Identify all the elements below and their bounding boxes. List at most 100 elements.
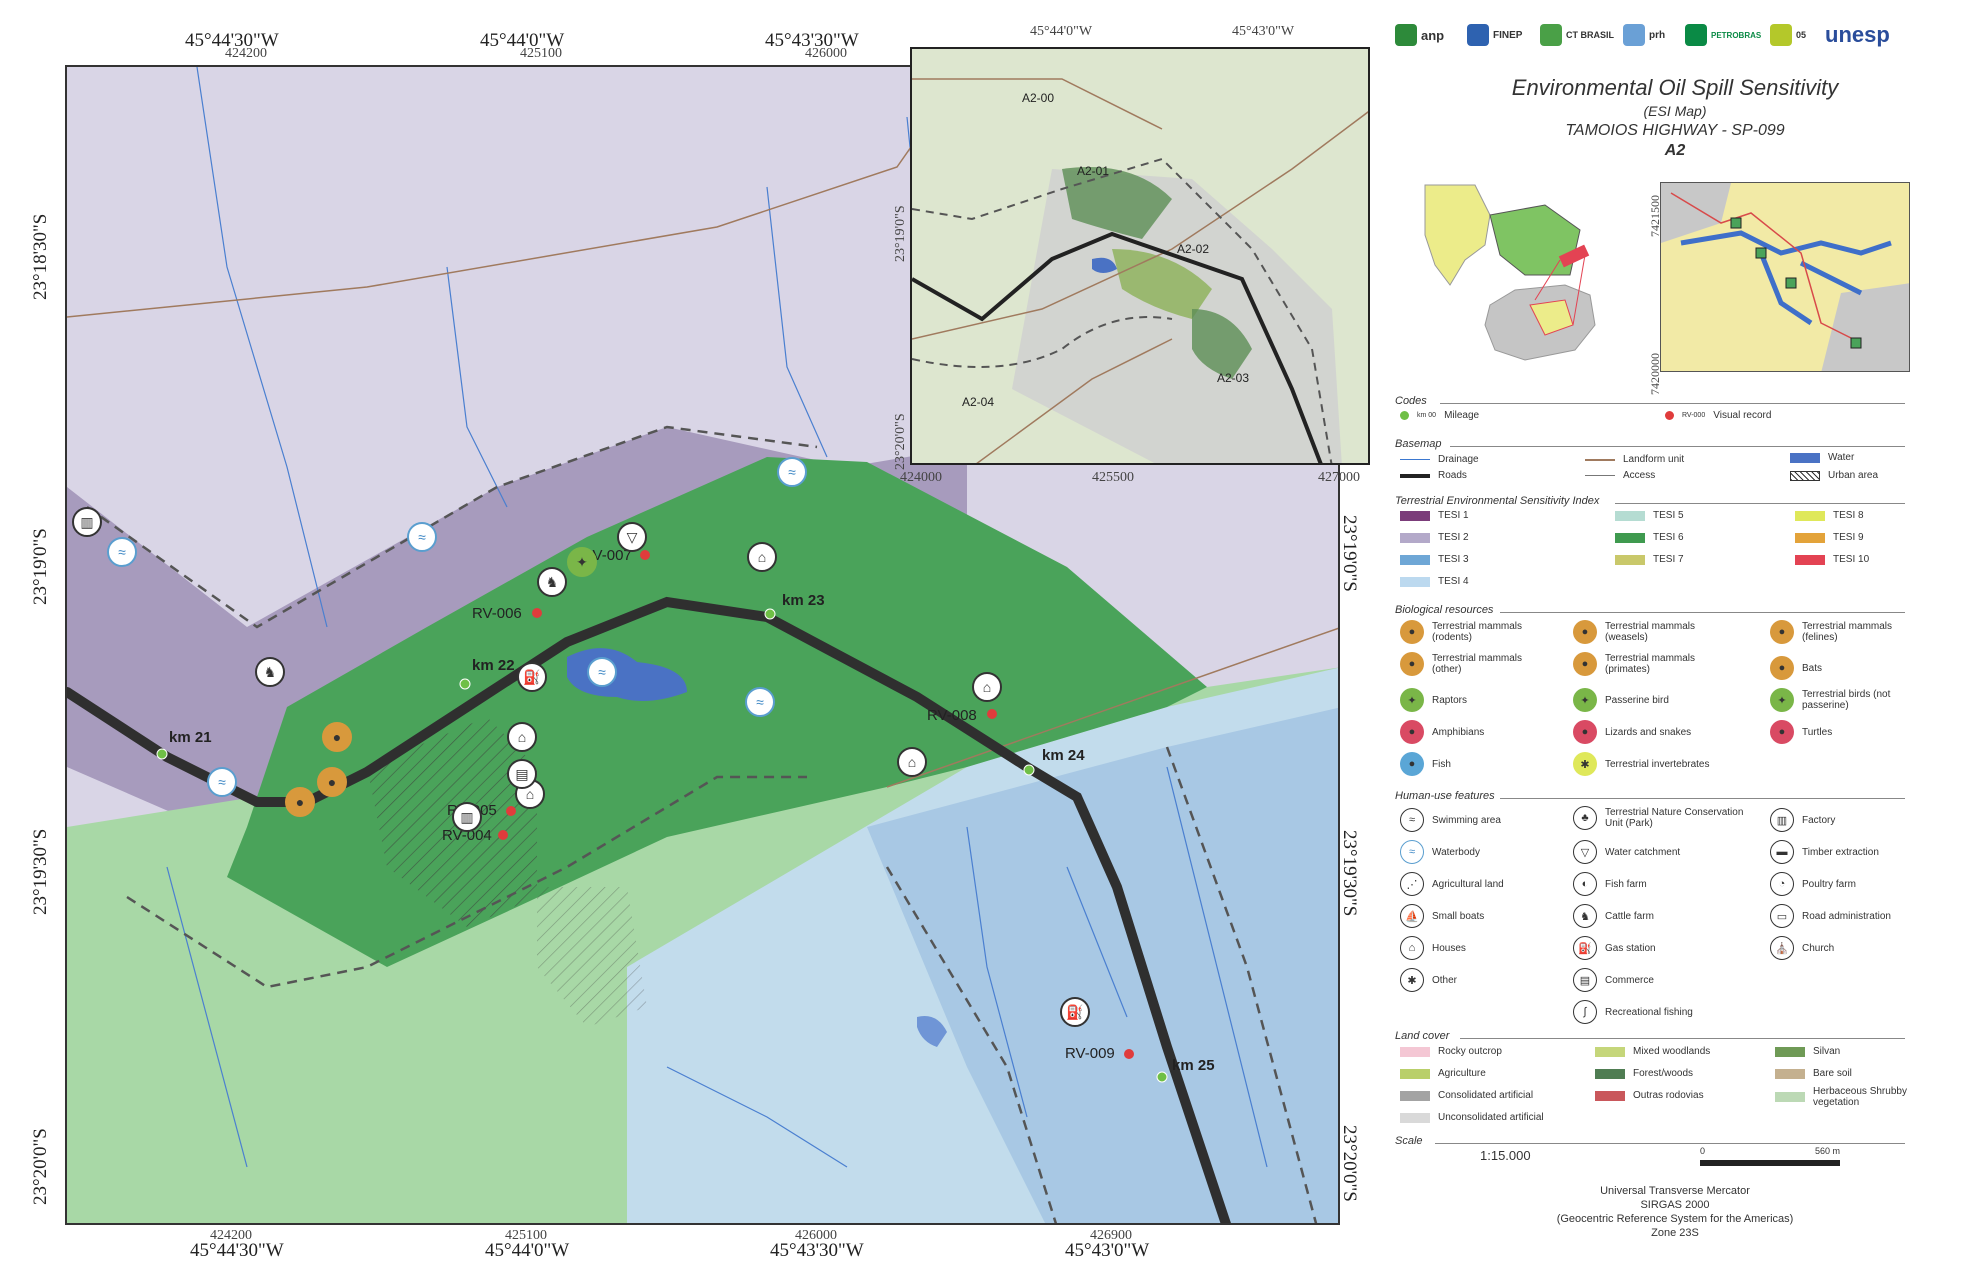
km24-label: km 24 [1042,747,1085,764]
road-admin-icon: ▭ [1770,904,1794,928]
inset-left-geo-1: 23°19'0"S [893,205,908,262]
inset-map[interactable]: A2-00 A2-01 A2-02 A2-03 A2-04 [910,47,1370,465]
passerine-icon: ✦ [1573,688,1597,712]
km23-point[interactable] [764,608,776,620]
legend-hum-agriculture: ⋰ Agricultural land [1400,872,1504,896]
legend-bio-felines: ● Terrestrial mammals (felines) [1770,620,1902,644]
legend-mileage: km 00 Mileage [1400,410,1479,421]
left-geo-1: 23°18'30"S [30,213,51,300]
map-title: Environmental Oil Spill Sensitivity [1511,75,1839,100]
legend-hum-swimming: ≈ Swimming area [1400,808,1501,832]
legend-hum-timber: ▬ Timber extraction [1770,840,1879,864]
fish-icon: ● [1400,752,1424,776]
rv009-point[interactable] [1124,1049,1134,1059]
legend-bio-other: ● Terrestrial mammals (other) [1400,652,1532,676]
mammal-icon[interactable]: ● [322,722,352,752]
mileage-dot-icon [1400,411,1409,420]
inset-sheet-a2-03: A2-03 [1217,371,1250,385]
km23-label: km 23 [782,592,825,609]
legend-tesi8: TESI 8 [1795,510,1864,521]
scale-zero: 0 [1700,1146,1706,1156]
house-icon[interactable]: ⌂ [897,747,927,777]
waterbody-icon[interactable]: ≈ [107,537,137,567]
legend-tesi10: TESI 10 [1795,554,1869,565]
fish-farm-icon: ◐ [1573,872,1597,896]
passerine-bird-icon[interactable]: ✦ [567,547,597,577]
legend-hum-gas: ⛽ Gas station [1573,936,1656,960]
gas-station-icon[interactable]: ⛽ [1060,997,1090,1027]
legend-hum-roadadmin: ▭ Road administration [1770,904,1891,928]
rv004-point[interactable] [498,830,508,840]
legend-bio-primates: ● Terrestrial mammals (primates) [1573,652,1705,676]
rodent-icon: ● [1400,620,1424,644]
scale-end: 560 m [1815,1146,1841,1156]
house-icon[interactable]: ⌂ [747,542,777,572]
proj-line1: Universal Transverse Mercator [1600,1185,1750,1197]
rv008-point[interactable] [987,709,997,719]
km24-point[interactable] [1023,764,1035,776]
inset-sheet-a2-04: A2-04 [962,395,995,409]
swimming-icon: ≈ [1400,808,1424,832]
legend-roads: Roads [1400,470,1467,481]
cattle-farm-icon[interactable]: ♞ [255,657,285,687]
mammal-icon[interactable]: ● [317,767,347,797]
logo-petrobras: PETROBRAS [1685,20,1761,50]
km21-point[interactable] [156,748,168,760]
bottom-geo-3: 45°43'30"W [770,1240,864,1261]
cattle-farm-icon[interactable]: ♞ [537,567,567,597]
waterbody-icon[interactable]: ≈ [207,767,237,797]
bottom-geo-4: 45°43'0"W [1065,1240,1150,1261]
legend-tesi3: TESI 3 [1400,554,1469,565]
waterbody-icon[interactable]: ≈ [587,657,617,687]
rv006-point[interactable] [532,608,542,618]
legend-panel: anp FINEP CT BRASIL prh PETROBRAS 05 une… [1395,0,1955,1275]
legend-lc-mixed: Mixed woodlands [1595,1046,1710,1057]
legend-access: Access [1585,470,1655,481]
mammal-other-icon: ● [1400,652,1424,676]
water-catchment-icon[interactable]: ▽ [617,522,647,552]
map-subtitle: (ESI Map) [1643,103,1707,119]
legend-bio-weasels: ● Terrestrial mammals (weasels) [1573,620,1705,644]
commerce-icon[interactable]: ▤ [507,759,537,789]
legend-tesi5: TESI 5 [1615,510,1684,521]
right-geo-3: 23°20'0"S [1339,1125,1360,1202]
km22-point[interactable] [459,678,471,690]
legend-bio-lizards: ● Lizards and snakes [1573,720,1691,744]
mammal-icon[interactable]: ● [285,787,315,817]
fishing-icon: ∫ [1573,1000,1597,1024]
rv005-point[interactable] [506,806,516,816]
scale-ratio: 1:15.000 [1480,1148,1531,1163]
legend-hum-church: ⛪ Church [1770,936,1834,960]
legend-hum-waterbody: ≈ Waterbody [1400,840,1480,864]
logo-ct-brasil: CT BRASIL [1540,20,1614,50]
house-icon[interactable]: ⌂ [507,722,537,752]
legend-bio-turtles: ● Turtles [1770,720,1832,744]
waterbody-icon[interactable]: ≈ [407,522,437,552]
bottom-geo-1: 45°44'30"W [190,1240,284,1261]
location-map-region [1660,182,1910,372]
house-icon: ⌂ [1400,936,1424,960]
region-utm-1: 7421500 [1648,195,1662,237]
waterbody-icon[interactable]: ≈ [745,687,775,717]
rv007-point[interactable] [640,550,650,560]
tesi-heading: Terrestrial Environmental Sensitivity In… [1395,495,1600,507]
km25-point[interactable] [1156,1071,1168,1083]
factory-icon[interactable]: ▥ [72,507,102,537]
factory-icon[interactable]: ▥ [452,802,482,832]
codes-heading: Codes [1395,395,1427,407]
gas-station-icon[interactable]: ⛽ [517,662,547,692]
bio-heading: Biological resources [1395,604,1494,616]
visual-record-dot-icon [1665,411,1674,420]
house-icon[interactable]: ⌂ [972,672,1002,702]
waterbody-icon[interactable]: ≈ [777,457,807,487]
legend-hum-catchment: ▽ Water catchment [1573,840,1680,864]
legend-bio-rodents: ● Terrestrial mammals (rodents) [1400,620,1532,644]
inset-bottom-utm-3: 427000 [1318,470,1360,485]
legend-tesi2: TESI 2 [1400,532,1469,543]
legend-hum-fishing: ∫ Recreational fishing [1573,1000,1693,1024]
rv008-label: RV-008 [927,707,977,724]
legend-bio-amphibians: ● Amphibians [1400,720,1484,744]
landcover-heading: Land cover [1395,1030,1450,1042]
logo-unesp: unesp [1825,22,1890,47]
factory-icon: ▥ [1770,808,1794,832]
